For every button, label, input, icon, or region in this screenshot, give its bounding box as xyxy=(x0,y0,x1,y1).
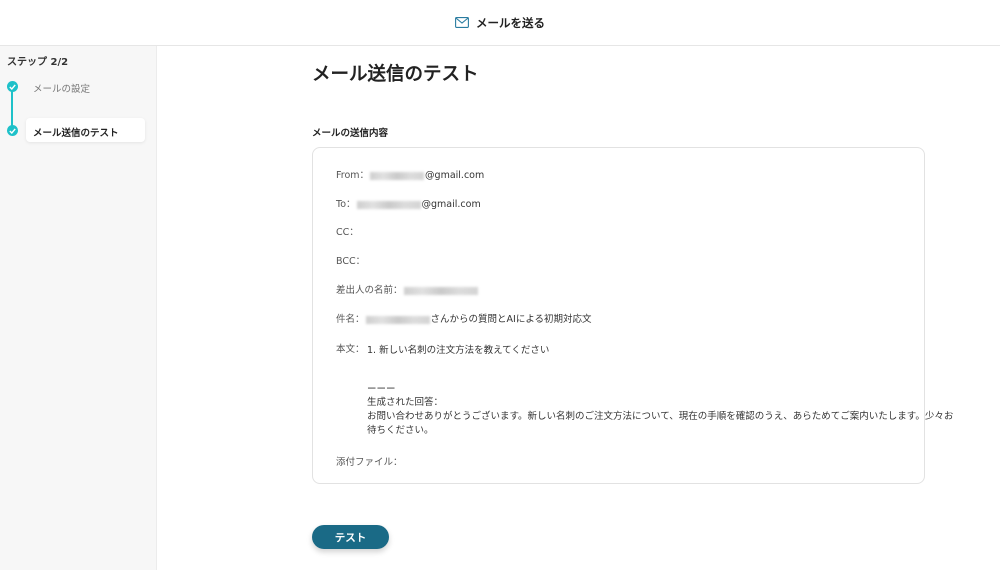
sidebar-step-mail-settings[interactable]: メールの設定 xyxy=(33,81,90,95)
section-label: メールの送信内容 xyxy=(312,128,389,139)
subject-text: さんからの質問とAIによる初期対応文 xyxy=(430,314,592,325)
mail-icon xyxy=(455,17,469,28)
header-title-group: メールを送る xyxy=(455,15,545,31)
sender-name-row: 差出人の名前： xyxy=(336,282,479,296)
body-line: 生成された回答： xyxy=(367,397,444,408)
step-count: ステップ 2/2 xyxy=(7,57,69,68)
mail-content-card: From： @gmail.com To： @gmail.com CC： BCC： 差… xyxy=(312,147,953,484)
attachment-row: 添付ファイル： xyxy=(336,454,403,468)
sidebar-step-mail-test[interactable]: メール送信のテスト xyxy=(33,125,119,139)
bcc-row: BCC： xyxy=(336,253,365,267)
redacted-from-address xyxy=(370,171,425,180)
to-row: To： @gmail.com xyxy=(336,196,481,210)
body-line: 1. 新しい名刺の注文方法を教えてください xyxy=(367,345,550,356)
check-icon xyxy=(7,81,18,92)
body-line: 待ちください。 xyxy=(367,425,434,436)
check-icon xyxy=(7,125,18,136)
sender-name-label: 差出人の名前： xyxy=(336,285,403,296)
bcc-label: BCC： xyxy=(336,256,366,267)
body-line: ーーー xyxy=(367,384,396,395)
redacted-to-address xyxy=(356,200,421,209)
body-row: 本文： xyxy=(336,341,365,355)
to-label: To： xyxy=(336,199,356,210)
test-button[interactable]: テスト xyxy=(312,525,389,549)
attachment-label: 添付ファイル： xyxy=(336,457,403,468)
to-domain: @gmail.com xyxy=(421,199,481,210)
cc-label: CC： xyxy=(336,227,359,238)
redacted-subject-name xyxy=(365,315,430,324)
from-row: From： @gmail.com xyxy=(336,167,484,181)
body-line: お問い合わせありがとうございます。新しい名刺のご注文方法について、現在の手順を確… xyxy=(367,411,954,422)
sidebar: ステップ 2/2 メールの設定 メール送信のテスト xyxy=(0,46,157,570)
top-bar: メールを送る xyxy=(0,0,1000,46)
from-domain: @gmail.com xyxy=(425,170,485,181)
subject-label: 件名： xyxy=(336,314,365,325)
header-title: メールを送る xyxy=(476,15,545,30)
page-title: メール送信のテスト xyxy=(312,64,479,85)
subject-row: 件名： さんからの質問とAIによる初期対応文 xyxy=(336,311,592,325)
redacted-sender-name xyxy=(403,286,478,295)
cc-row: CC： xyxy=(336,224,359,238)
step-connector-line xyxy=(11,86,13,130)
body-label: 本文： xyxy=(336,344,365,355)
from-label: From： xyxy=(336,170,370,181)
